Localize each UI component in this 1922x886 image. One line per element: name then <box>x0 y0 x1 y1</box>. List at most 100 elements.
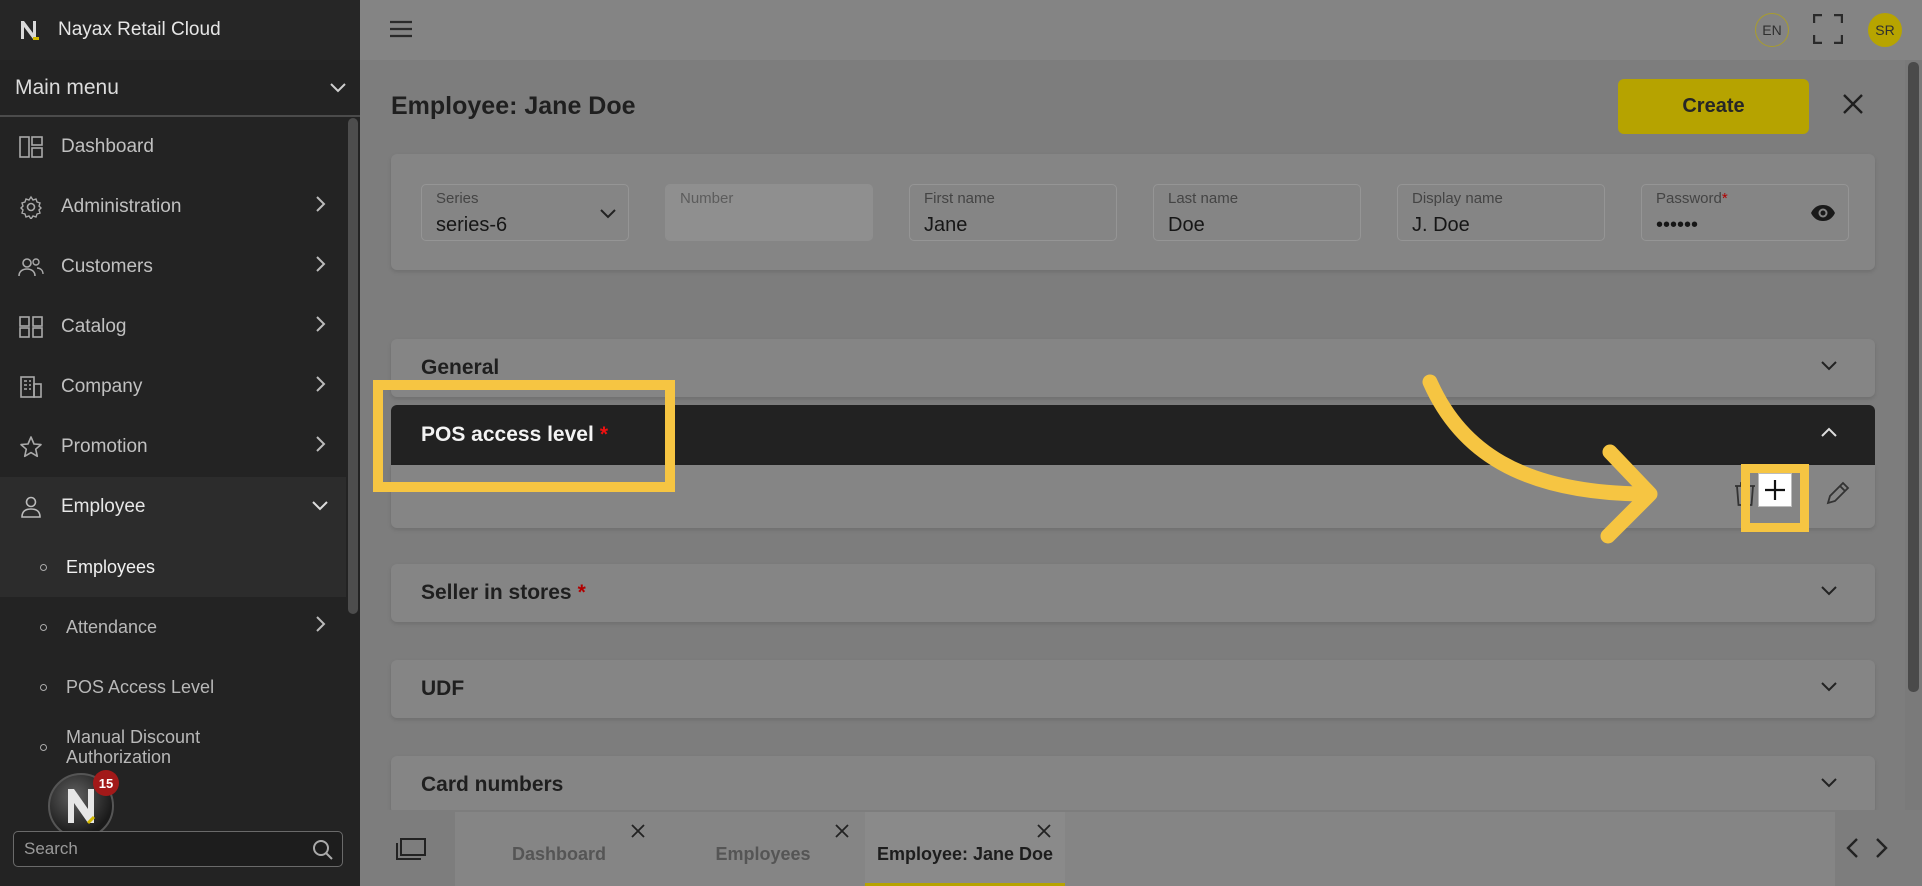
display-name-label: Display name <box>1412 190 1503 207</box>
section-seller-in-stores[interactable]: Seller in stores * <box>391 564 1875 622</box>
last-name-value: Doe <box>1168 214 1205 236</box>
highlight-pos-access-level <box>373 380 675 492</box>
app-title: Nayax Retail Cloud <box>58 19 221 40</box>
grid-icon <box>18 315 44 339</box>
gear-icon <box>18 195 44 219</box>
star-icon <box>18 435 44 459</box>
sidebar-menu: Dashboard Administration Customers Catal… <box>0 117 346 777</box>
sidebar-subitem-employees[interactable]: Employees <box>0 537 346 597</box>
sidebar-item-employee[interactable]: Employee <box>0 477 346 537</box>
add-button[interactable] <box>1758 473 1792 507</box>
tab-employees[interactable]: Employees <box>663 812 863 886</box>
eye-icon[interactable] <box>1810 204 1836 222</box>
bullet-icon <box>40 683 47 691</box>
chevron-down-icon <box>1821 778 1837 788</box>
sidebar-item-administration[interactable]: Administration <box>0 177 346 237</box>
main-scrollbar[interactable] <box>1905 60 1922 810</box>
plus-icon <box>1765 480 1785 500</box>
brand-bar: Nayax Retail Cloud <box>0 0 360 60</box>
section-title: UDF <box>421 677 465 700</box>
section-card-numbers[interactable]: Card numbers <box>391 756 1875 814</box>
top-bar: EN SR <box>360 0 1922 60</box>
password-field[interactable]: Password* •••••• <box>1641 184 1849 241</box>
building-icon <box>18 375 44 399</box>
sidebar-item-customers[interactable]: Customers <box>0 237 346 297</box>
page-title: Employee: Jane Doe <box>391 92 636 120</box>
section-udf[interactable]: UDF <box>391 660 1875 718</box>
password-label: Password* <box>1656 190 1728 207</box>
sidebar-scrollbar[interactable] <box>348 118 358 614</box>
sidebar-subitem-label: Employees <box>66 556 156 577</box>
tab-nav-arrows <box>1845 838 1889 858</box>
chevron-right-icon[interactable] <box>1875 838 1889 858</box>
chevron-down-icon <box>1821 361 1837 371</box>
tab-label: Employees <box>715 844 811 864</box>
tab-employee-jane-doe[interactable]: Employee: Jane Doe <box>865 812 1065 886</box>
close-icon[interactable] <box>835 824 849 838</box>
sidebar-item-catalog[interactable]: Catalog <box>0 297 346 357</box>
bullet-icon <box>40 563 47 571</box>
dashboard-icon <box>18 135 44 159</box>
close-icon[interactable] <box>1037 824 1051 838</box>
sidebar-subitem-pos-access-level[interactable]: POS Access Level <box>0 657 346 717</box>
number-field: Number <box>665 184 873 241</box>
tab-label: Employee: Jane Doe <box>876 844 1054 864</box>
series-select[interactable]: Series series-6 <box>421 184 629 241</box>
sidebar-subitem-manual-discount[interactable]: Manual Discount Authorization <box>0 717 346 777</box>
pencil-icon[interactable] <box>1825 480 1851 506</box>
sidebar-subitem-attendance[interactable]: Attendance <box>0 597 346 657</box>
main-menu-toggle[interactable]: Main menu <box>0 60 360 117</box>
sidebar-item-dashboard[interactable]: Dashboard <box>0 117 346 177</box>
display-name-field[interactable]: Display name J. Doe <box>1397 184 1605 241</box>
chevron-down-icon <box>330 82 346 92</box>
chevron-right-icon <box>316 436 326 452</box>
avatar[interactable]: SR <box>1868 13 1902 47</box>
last-name-field[interactable]: Last name Doe <box>1153 184 1361 241</box>
sidebar-item-company[interactable]: Company <box>0 357 346 417</box>
chevron-up-icon <box>1821 427 1837 437</box>
nayax-logo <box>18 18 42 42</box>
chevron-down-icon <box>600 209 616 219</box>
scrollbar-thumb[interactable] <box>1908 62 1919 692</box>
hamburger-menu-icon[interactable] <box>390 20 412 38</box>
sidebar-item-label: Dashboard <box>61 136 154 157</box>
close-icon[interactable] <box>1842 93 1864 115</box>
display-name-value: J. Doe <box>1412 214 1470 236</box>
required-mark: * <box>1721 190 1728 207</box>
create-button[interactable]: Create <box>1618 79 1809 134</box>
sidebar-subitem-label: Manual Discount Authorization <box>66 727 201 767</box>
sidebar-item-label: Promotion <box>61 436 148 457</box>
bullet-icon <box>40 623 47 631</box>
sidebar-item-label: Company <box>61 376 143 397</box>
close-icon[interactable] <box>631 824 645 838</box>
bullet-icon <box>40 743 47 751</box>
users-icon <box>18 255 44 279</box>
chevron-down-icon <box>1821 586 1837 596</box>
fullscreen-icon[interactable] <box>1813 14 1843 44</box>
chevron-right-icon <box>316 316 326 332</box>
tab-dashboard[interactable]: Dashboard <box>459 812 659 886</box>
sidebar-subitem-label: POS Access Level <box>66 676 215 697</box>
tabs-overview-icon[interactable] <box>396 838 426 860</box>
chevron-down-icon <box>1821 682 1837 692</box>
series-label: Series <box>436 190 479 207</box>
search-placeholder: Search <box>24 839 78 858</box>
main-menu-label: Main menu <box>15 75 119 99</box>
bottom-tab-bar: Dashboard Employees Employee: Jane Doe <box>360 810 1922 886</box>
sidebar-search-input[interactable]: Search <box>13 831 343 867</box>
sidebar-subitem-label: Attendance <box>66 616 158 637</box>
sidebar-item-promotion[interactable]: Promotion <box>0 417 346 477</box>
sidebar-item-label: Employee <box>61 496 146 517</box>
chevron-right-icon <box>316 376 326 392</box>
chevron-left-icon[interactable] <box>1845 838 1859 858</box>
search-icon[interactable] <box>312 839 334 861</box>
sidebar-item-label: Catalog <box>61 316 127 337</box>
notification-badge: 15 <box>93 770 119 796</box>
language-button[interactable]: EN <box>1755 13 1789 47</box>
person-icon <box>18 495 44 519</box>
section-title: General <box>421 356 500 379</box>
first-name-field[interactable]: First name Jane <box>909 184 1117 241</box>
arrow-annotation-icon <box>1422 374 1658 544</box>
sidebar: Nayax Retail Cloud Main menu Dashboard A… <box>0 0 360 886</box>
required-mark: * <box>577 581 586 604</box>
